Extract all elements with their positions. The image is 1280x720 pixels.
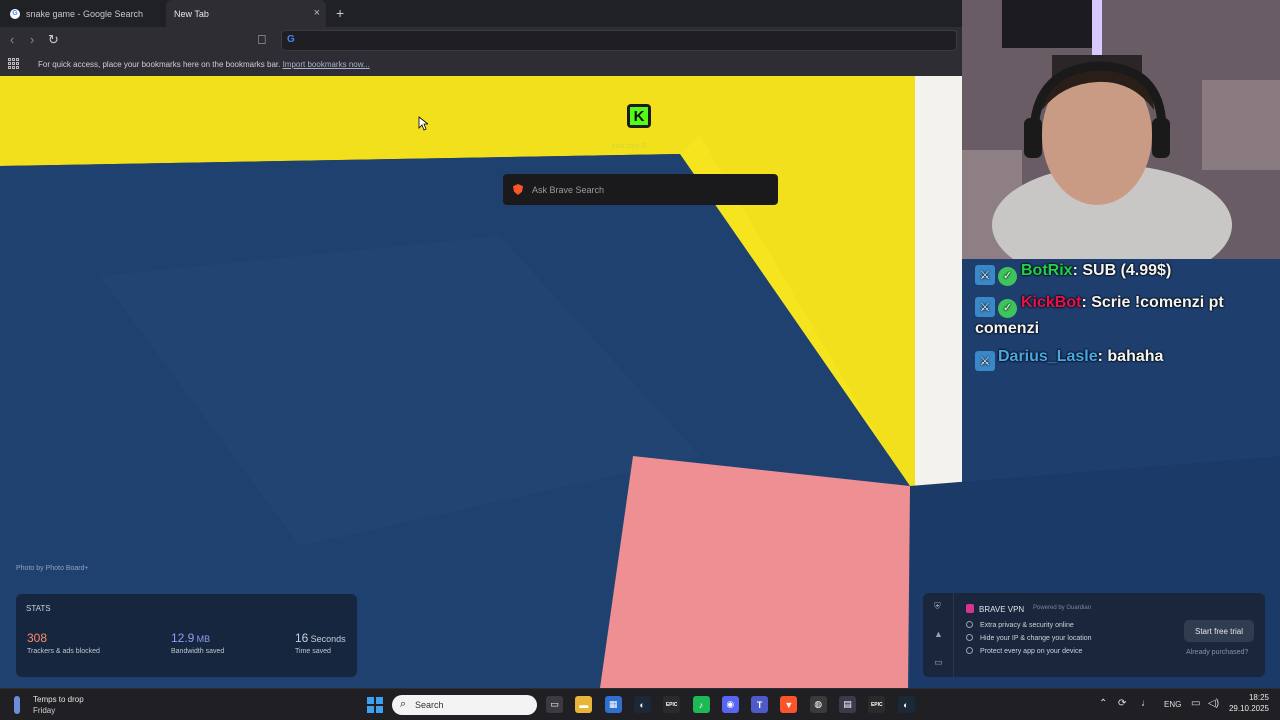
epic-games-icon[interactable]: EPIC	[663, 696, 681, 713]
verified-badge-icon: ✓	[998, 267, 1017, 286]
bookmark-icon[interactable]: ⎕	[258, 32, 266, 48]
start-free-trial-button[interactable]: Start free trial	[1184, 620, 1254, 642]
stat-bandwidth: 12.9 MB Bandwidth saved	[171, 631, 225, 655]
system-tray: ⌃ ⟳ ♩ ENG ▭ ◁)	[1096, 689, 1226, 720]
stats-title: STATS	[26, 604, 51, 613]
card-icon[interactable]: ▭	[934, 657, 943, 668]
chat-message: ⚔ Darius_Lasle: bahaha	[975, 346, 1275, 371]
vpn-feature: Protect every app on your device	[966, 647, 1082, 655]
epic-games-2-icon[interactable]: EPIC	[868, 696, 886, 713]
brave-shield-icon	[513, 184, 523, 195]
widget-sidebar: ⛨ ▲ ▭	[923, 593, 954, 677]
bookmarks-bar: For quick access, place your bookmarks h…	[0, 53, 962, 76]
vpn-feature: Extra privacy & security online	[966, 621, 1074, 629]
moderator-sword-icon: ⚔	[975, 351, 995, 371]
alert-icon[interactable]: ▲	[934, 629, 943, 639]
chat-text: SUB (4.99$)	[1082, 262, 1172, 279]
kick-shortcut-tile[interactable]: K	[627, 104, 651, 128]
chat-text: bahaha	[1107, 348, 1164, 365]
obs-icon[interactable]: ◍	[809, 696, 827, 713]
ask-brave-search-box[interactable]: Ask Brave Search	[503, 174, 778, 205]
chat-message: ⚔ ✓ BotRix: SUB (4.99$)	[975, 260, 1275, 286]
tab-label: New Tab	[174, 8, 209, 19]
forward-icon[interactable]: ›	[30, 32, 34, 47]
volume-icon[interactable]: ◁)	[1208, 698, 1219, 709]
moderator-sword-icon: ⚔	[975, 265, 995, 285]
kick-icon[interactable]: ▤	[839, 696, 856, 713]
thermometer-icon	[14, 696, 20, 714]
brave-vpn-widget: ⛨ ▲ ▭ BRAVE VPN Powered by Guardian Extr…	[923, 593, 1265, 677]
task-view-icon[interactable]: ▭	[546, 696, 563, 713]
address-bar[interactable]: G	[281, 30, 957, 51]
chat-username: BotRix	[1021, 262, 1073, 279]
language-indicator[interactable]: ENG	[1164, 700, 1181, 709]
reload-icon[interactable]: ↻	[48, 32, 59, 48]
steam-2-icon[interactable]: ◐	[897, 696, 915, 713]
brave-icon[interactable]: ▼	[780, 696, 798, 713]
spotify-icon[interactable]: ♪	[692, 696, 710, 713]
chevron-up-icon[interactable]: ⌃	[1099, 698, 1107, 709]
desktop: G snake game - Google Search New Tab × +…	[0, 0, 1280, 720]
mouse-cursor-icon	[418, 116, 428, 131]
date: 29.10.2025	[1228, 704, 1269, 713]
google-icon: G	[10, 8, 20, 19]
windows-start-icon[interactable]	[367, 697, 383, 713]
teams-icon[interactable]: T	[751, 696, 769, 713]
verified-badge-icon: ✓	[998, 299, 1017, 318]
monitor-icon[interactable]: ▭	[1191, 698, 1200, 709]
search-icon: ⌕	[400, 698, 407, 710]
back-icon[interactable]: ‹	[10, 32, 14, 47]
time: 18:25	[1248, 693, 1269, 702]
steam-icon[interactable]: ◐	[633, 696, 651, 713]
stream-chat-overlay: ⚔ ✓ BotRix: SUB (4.99$) ⚔ ✓ KickBot: Scrie !…	[975, 260, 1275, 377]
vpn-title: BRAVE VPN	[966, 604, 1024, 614]
chat-message: ⚔ ✓ KickBot: Scrie !comenzi pt comenzi	[975, 294, 1224, 337]
apps-grid-icon[interactable]	[8, 58, 19, 69]
stat-time: 16 Seconds Time saved	[295, 631, 346, 655]
microphone-icon[interactable]: ♩	[1141, 698, 1151, 709]
clock[interactable]: 18:25 29.10.2025	[1225, 693, 1269, 713]
shortcut-label: kick.com S	[612, 143, 646, 150]
chat-username: Darius_Lasle	[998, 348, 1098, 365]
file-explorer-icon[interactable]: ▬	[575, 696, 593, 713]
stat-trackers: 308 Trackers & ads blocked	[27, 631, 100, 655]
bookmarks-hint: For quick access, place your bookmarks h…	[38, 60, 370, 69]
vpn-shield-icon[interactable]: ⛨	[934, 601, 941, 612]
already-purchased-link[interactable]: Already purchased?	[1186, 649, 1248, 656]
discord-icon[interactable]: ◉	[721, 696, 739, 713]
photo-credit[interactable]: Photo by Photo Board+	[16, 565, 89, 572]
chat-username: KickBot	[1021, 294, 1082, 311]
stats-widget: STATS 308 Trackers & ads blocked 12.9 MB…	[16, 594, 357, 677]
search-placeholder: Ask Brave Search	[532, 185, 605, 195]
webcam-overlay	[962, 0, 1280, 259]
vpn-feature: Hide your IP & change your location	[966, 634, 1092, 642]
windows-taskbar: Temps to drop Friday ⌕ Search ▭ ▬ ▦ ◐ EPIC ♪ ◉…	[0, 688, 1280, 720]
tab-bar: G snake game - Google Search New Tab × +	[0, 0, 962, 27]
network-app-icon[interactable]: ⟳	[1118, 698, 1126, 709]
vpn-logo-icon	[966, 604, 974, 613]
tab-snake-game[interactable]: G snake game - Google Search	[0, 0, 162, 27]
tab-label: snake game - Google Search	[26, 8, 144, 19]
close-icon[interactable]: ×	[314, 7, 320, 19]
vpn-powered-by: Powered by Guardian	[1033, 605, 1092, 611]
webcam-image	[962, 0, 1280, 259]
moderator-sword-icon: ⚔	[975, 297, 995, 317]
tab-new-tab[interactable]: New Tab ×	[166, 0, 326, 27]
import-bookmarks-link[interactable]: Import bookmarks now...	[283, 60, 370, 69]
taskbar-search[interactable]: ⌕ Search	[392, 695, 537, 715]
new-tab-button[interactable]: +	[336, 5, 344, 21]
store-icon[interactable]: ▦	[604, 696, 622, 713]
kick-logo-icon: K	[630, 107, 648, 125]
google-icon: G	[287, 34, 295, 45]
